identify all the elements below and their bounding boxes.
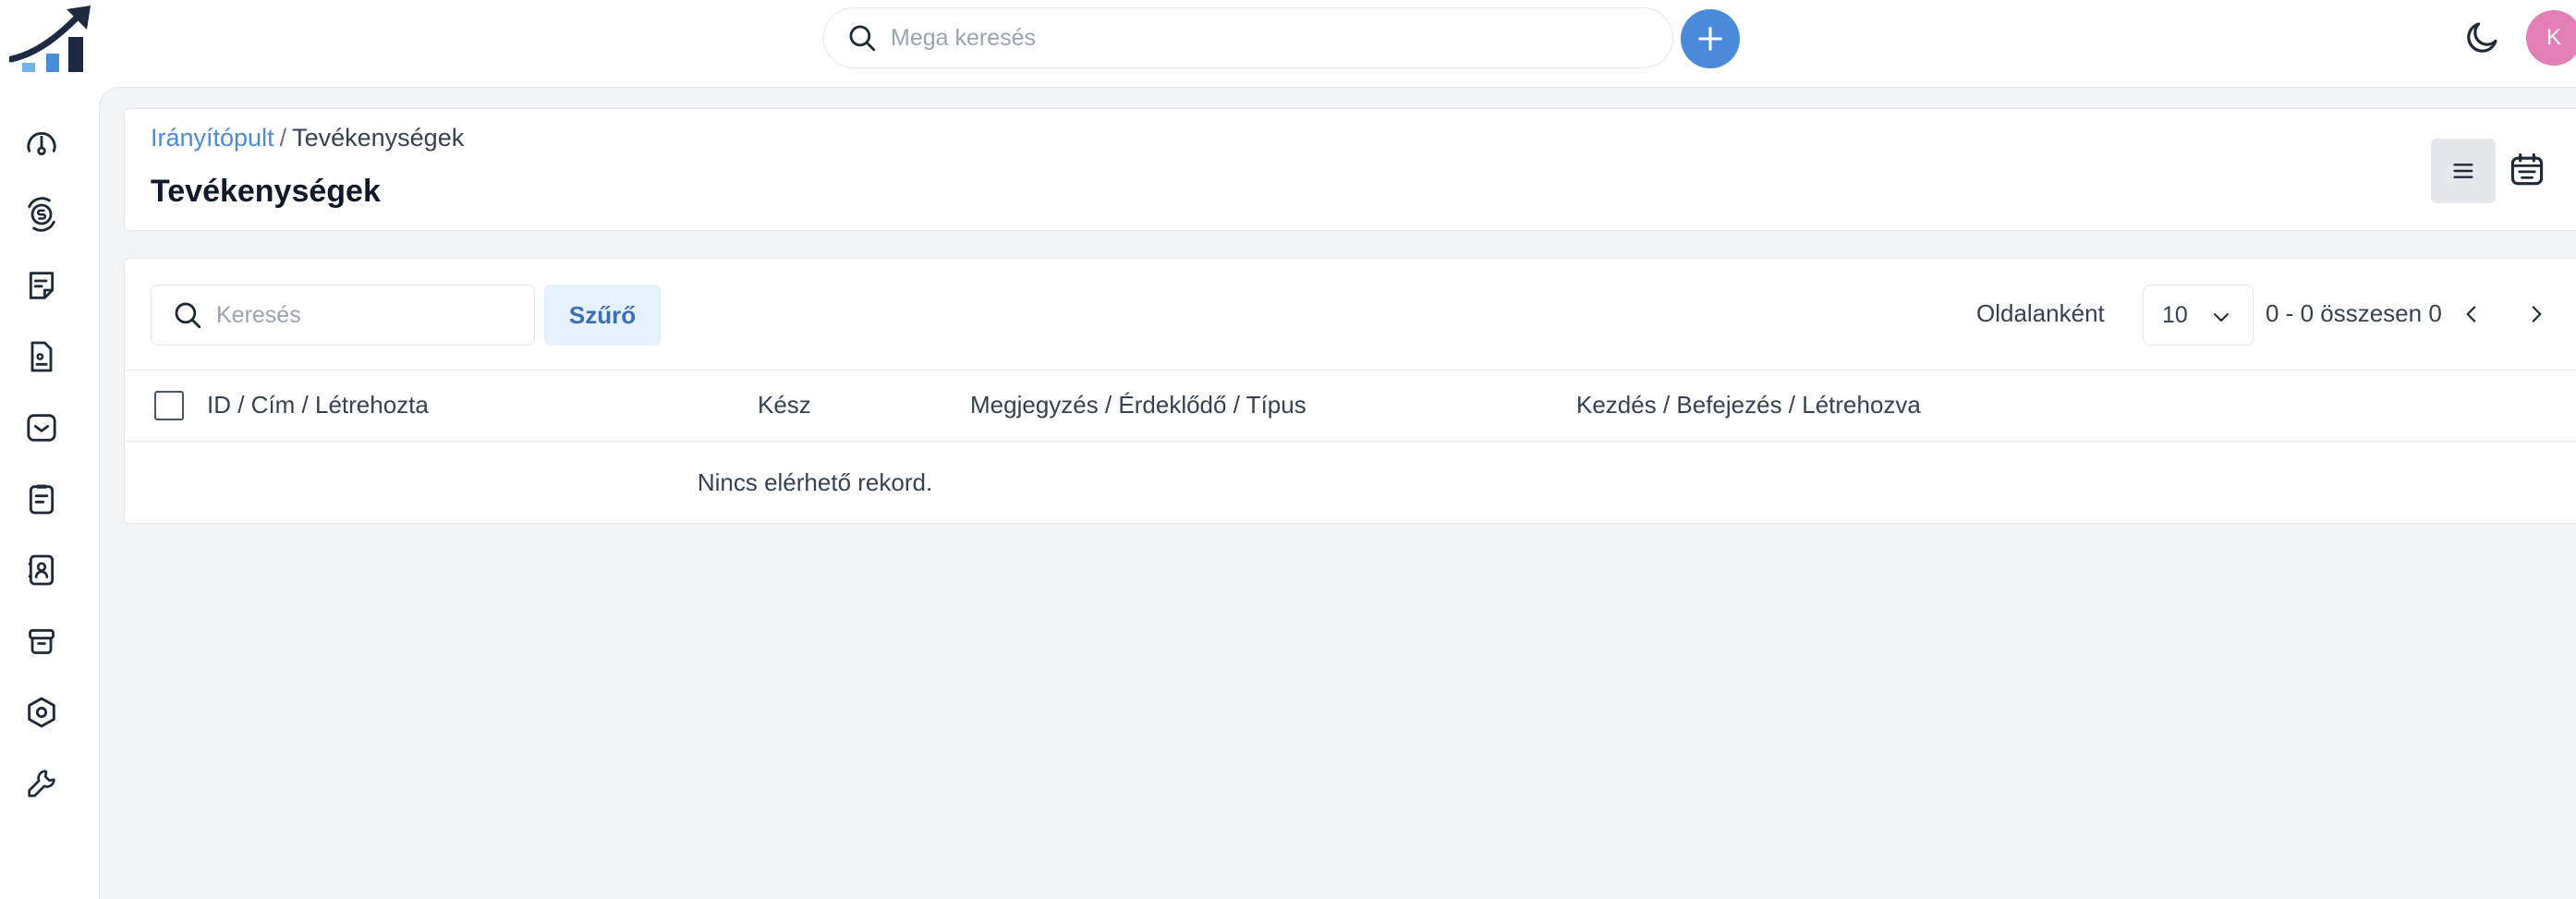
next-page-button[interactable] — [2518, 296, 2555, 333]
list-view-button[interactable] — [2431, 139, 2496, 203]
sidebar-item-activities[interactable] — [20, 478, 63, 520]
tools-wrench-icon — [28, 770, 55, 797]
calendar-view-button[interactable] — [2503, 144, 2551, 196]
per-page-label: Oldalanként — [1976, 299, 2105, 327]
quick-add-button[interactable] — [1681, 9, 1740, 68]
notes-icon — [29, 272, 55, 299]
page-header-card: Irányítópult / Tevékenységek Tevékenységek — [124, 108, 2576, 231]
sidebar — [0, 87, 99, 899]
table-header: ID / Cím / Létrehozta Kész Megjegyzés / … — [125, 370, 2576, 442]
list-view-icon — [2453, 164, 2473, 178]
mega-search-input[interactable] — [891, 24, 1648, 52]
activity-clipboard-icon — [29, 484, 55, 515]
document-icon — [30, 341, 53, 372]
column-header-done[interactable]: Kész — [758, 391, 811, 419]
activities-table-card: Szűrő Oldalanként 10 0 - 0 összesen 0 ID… — [124, 258, 2576, 524]
settings-hexagon-icon — [28, 697, 55, 728]
deals-money-icon — [28, 197, 55, 232]
breadcrumb-link-dashboard[interactable]: Irányítópult — [151, 124, 274, 152]
sidebar-item-products[interactable] — [20, 620, 63, 662]
mail-icon — [27, 414, 56, 442]
mega-search-box[interactable] — [823, 7, 1673, 68]
sidebar-item-mail[interactable] — [20, 407, 63, 449]
sidebar-item-settings[interactable] — [20, 691, 63, 734]
breadcrumb-current: Tevékenységek — [292, 124, 465, 152]
filter-button[interactable]: Szűrő — [544, 285, 661, 346]
theme-toggle-button[interactable] — [2463, 17, 2502, 57]
page-title: Tevékenységek — [151, 174, 381, 209]
sidebar-item-tools[interactable] — [20, 762, 63, 805]
app-logo[interactable] — [7, 6, 96, 74]
previous-page-button[interactable] — [2453, 296, 2490, 333]
table-search-input[interactable] — [216, 301, 521, 329]
column-header-id-title-creator[interactable]: ID / Cím / Létrehozta — [207, 391, 429, 419]
user-avatar[interactable]: K — [2526, 10, 2576, 66]
logo-chart-icon — [7, 6, 91, 72]
top-bar: K — [0, 0, 2576, 87]
table-search-box[interactable] — [151, 285, 535, 346]
per-page-select[interactable]: 10 — [2143, 285, 2254, 346]
breadcrumb: Irányítópult / Tevékenységek — [151, 124, 464, 152]
dashboard-gauge-icon — [27, 131, 56, 156]
column-header-start-end-created[interactable]: Kezdés / Befejezés / Létrehozva — [1576, 391, 1921, 419]
moon-icon — [2467, 22, 2497, 53]
chevron-down-icon — [2214, 313, 2229, 322]
select-all-checkbox[interactable] — [154, 391, 184, 420]
sidebar-item-dashboard[interactable] — [20, 122, 63, 164]
sidebar-item-deals[interactable] — [20, 193, 63, 236]
chevron-left-icon — [2466, 306, 2476, 322]
column-header-note-lead-type[interactable]: Megjegyzés / Érdeklődő / Típus — [970, 391, 1306, 419]
sidebar-item-contacts[interactable] — [20, 549, 63, 591]
per-page-value: 10 — [2162, 301, 2188, 328]
search-icon — [849, 25, 876, 52]
plus-icon — [1698, 27, 1722, 51]
calendar-view-icon — [2510, 152, 2544, 186]
chevron-right-icon — [2532, 306, 2542, 322]
empty-table-message: Nincs elérhető rekord. — [697, 468, 933, 496]
contacts-book-icon — [28, 554, 55, 586]
breadcrumb-separator: / — [279, 124, 287, 152]
sidebar-item-documents[interactable] — [20, 335, 63, 378]
main-content: Irányítópult / Tevékenységek Tevékenységek — [99, 87, 2576, 899]
pagination-range: 0 - 0 összesen 0 — [2266, 299, 2442, 327]
sidebar-item-notes[interactable] — [20, 264, 63, 307]
products-box-icon — [29, 628, 55, 654]
search-icon — [175, 302, 201, 329]
